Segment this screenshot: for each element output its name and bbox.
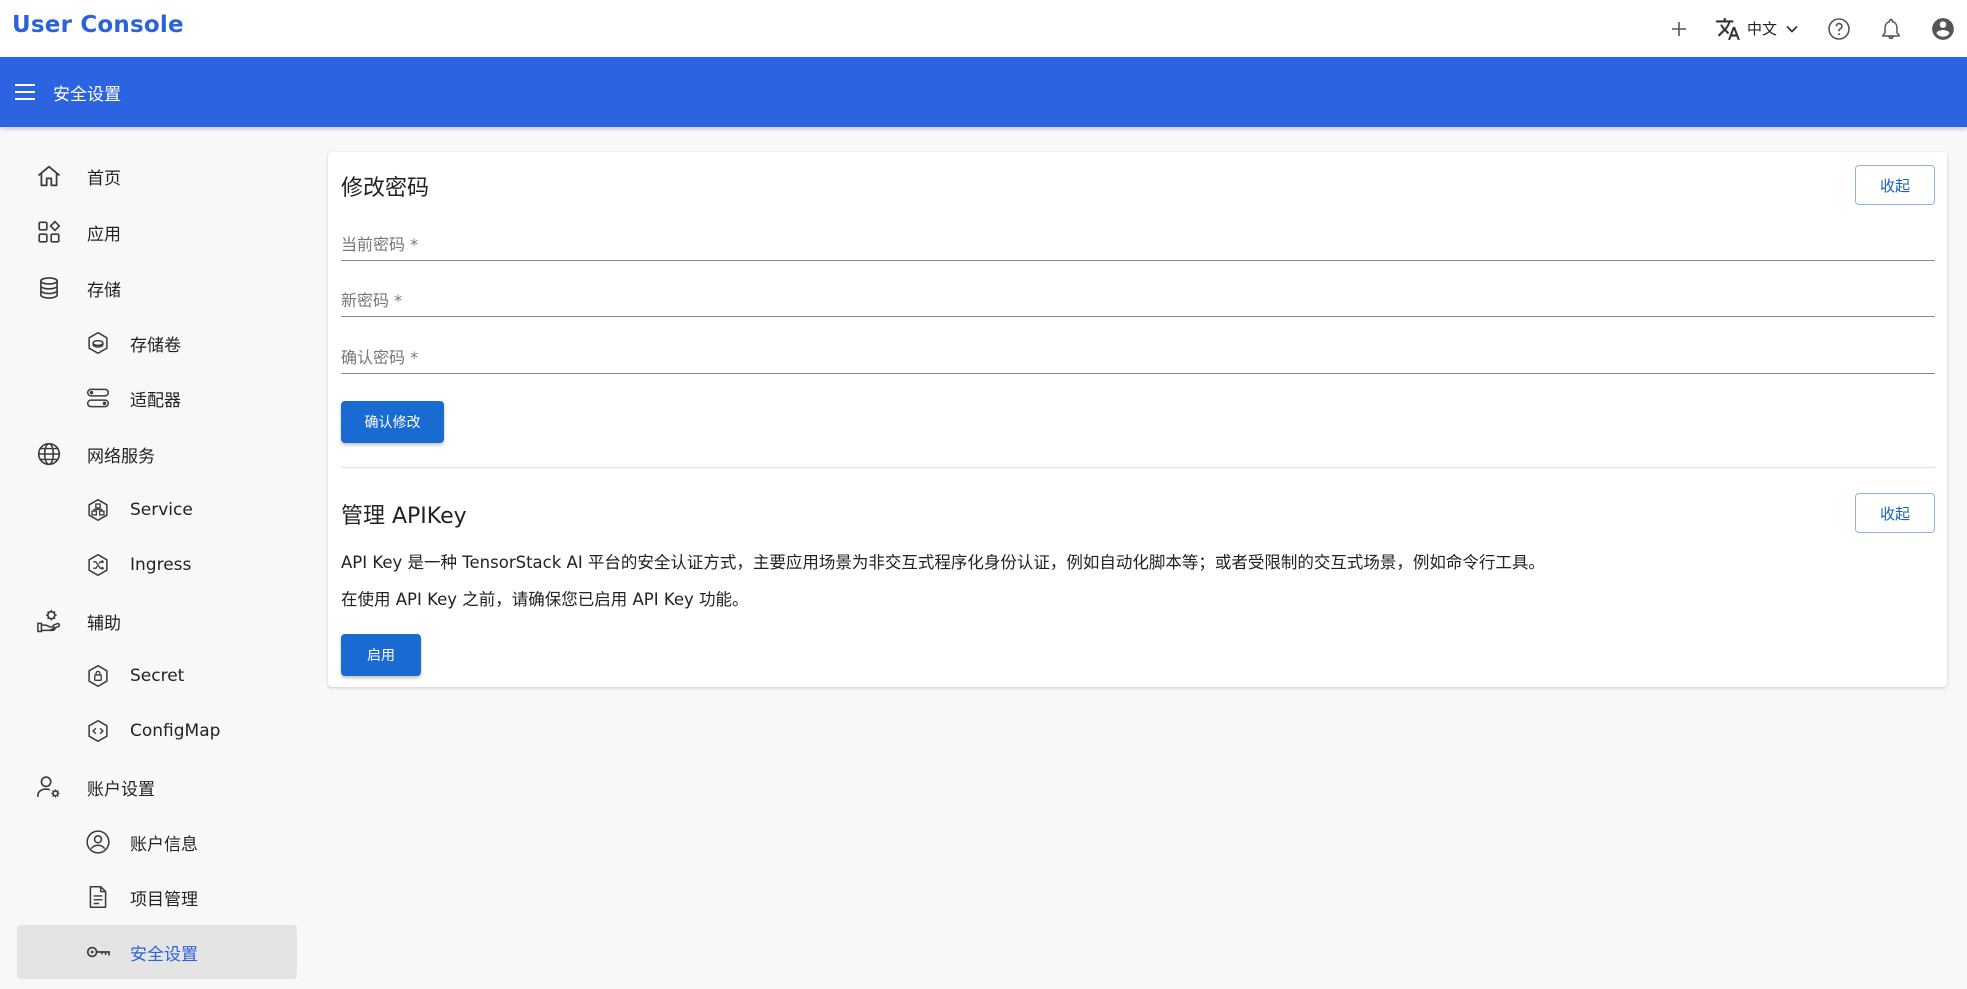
sidebar-item-volumes[interactable]: 存储卷: [17, 316, 297, 370]
sidebar: 首页 应用 存储 存储卷 适配器 网络服务 Service Ingress 辅助…: [0, 127, 310, 989]
add-button[interactable]: [1659, 9, 1699, 49]
security-settings-card: 修改密码 收起 确认修改 管理 APIKey 收起 API Key 是一种 Te…: [328, 152, 1947, 687]
chevron-down-icon: [1786, 25, 1798, 33]
plus-icon: [1671, 21, 1686, 36]
account-circle-icon: [1932, 17, 1954, 40]
new-password-field[interactable]: [341, 273, 1935, 317]
account-button[interactable]: [1923, 9, 1963, 49]
hamburger-menu-icon: [15, 84, 35, 100]
help-button[interactable]: [1819, 9, 1859, 49]
code-hexagon-icon: [84, 717, 112, 745]
manage-apikey-title: 管理 APIKey: [341, 504, 467, 529]
sidebar-item-adapters[interactable]: 适配器: [17, 371, 297, 425]
sidebar-item-secret[interactable]: Secret: [17, 649, 297, 703]
database-icon: [35, 274, 63, 302]
collapse-apikey-button[interactable]: 收起: [1855, 493, 1935, 533]
sidebar-item-label: ConfigMap: [130, 721, 221, 741]
sidebar-item-network[interactable]: 网络服务: [17, 427, 297, 481]
change-password-title: 修改密码: [341, 176, 430, 201]
sidebar-item-label: 应用: [87, 224, 121, 245]
apikey-notice: 在使用 API Key 之前，请确保您已启用 API Key 功能。: [341, 590, 749, 609]
top-bar: User Console 中文: [0, 0, 1967, 57]
confirm-change-button[interactable]: 确认修改: [341, 401, 444, 443]
section-divider: [341, 467, 1935, 468]
sidebar-item-label: 辅助: [87, 613, 121, 634]
account-circle-icon: [84, 828, 112, 856]
document-icon: [84, 883, 112, 911]
sidebar-item-account-info[interactable]: 账户信息: [17, 815, 297, 869]
brand-title[interactable]: User Console: [12, 12, 184, 38]
language-selector[interactable]: 中文: [1707, 9, 1809, 49]
sidebar-item-label: 账户信息: [130, 834, 198, 855]
translate-icon: [1716, 17, 1740, 40]
current-password-input[interactable]: [341, 235, 1935, 254]
sidebar-item-security-settings[interactable]: 安全设置: [17, 925, 297, 979]
home-icon: [35, 162, 63, 190]
volume-icon: [84, 329, 112, 357]
sidebar-item-storage[interactable]: 存储: [17, 261, 297, 315]
sidebar-item-auxiliary[interactable]: 辅助: [17, 594, 297, 648]
lock-hexagon-icon: [84, 662, 112, 690]
sidebar-item-label: Ingress: [130, 555, 192, 575]
sidebar-item-apps[interactable]: 应用: [17, 205, 297, 259]
top-actions: 中文: [1659, 0, 1967, 57]
sidebar-item-account-settings[interactable]: 账户设置: [17, 760, 297, 814]
apps-icon: [35, 218, 63, 246]
help-circle-icon: [1828, 17, 1850, 40]
new-password-input[interactable]: [341, 291, 1935, 310]
sidebar-item-label: 账户设置: [87, 779, 155, 800]
notifications-button[interactable]: [1871, 9, 1911, 49]
confirm-password-field[interactable]: [341, 330, 1935, 374]
service-icon: [84, 496, 112, 524]
sidebar-item-label: 存储: [87, 280, 121, 301]
sidebar-item-projects[interactable]: 项目管理: [17, 870, 297, 924]
apikey-description: API Key 是一种 TensorStack AI 平台的安全认证方式，主要应…: [341, 553, 1545, 572]
current-password-field[interactable]: [341, 217, 1935, 261]
sidebar-item-service[interactable]: Service: [17, 483, 297, 537]
menu-toggle-button[interactable]: [10, 77, 40, 107]
collapse-password-button[interactable]: 收起: [1855, 165, 1935, 205]
bell-icon: [1882, 18, 1900, 39]
app-header: 安全设置: [0, 57, 1967, 127]
confirm-password-input[interactable]: [341, 348, 1935, 367]
adapter-icon: [84, 384, 112, 412]
language-label: 中文: [1746, 20, 1777, 38]
sidebar-item-label: 首页: [87, 168, 121, 189]
user-gear-icon: [35, 773, 63, 801]
sidebar-item-ingress[interactable]: Ingress: [17, 538, 297, 592]
enable-apikey-button[interactable]: 启用: [341, 634, 421, 676]
page-title: 安全设置: [53, 85, 121, 105]
hand-gear-icon: [35, 607, 63, 635]
sidebar-item-label: 项目管理: [130, 889, 198, 910]
sidebar-item-configmap[interactable]: ConfigMap: [17, 704, 297, 758]
sidebar-item-label: Service: [130, 500, 193, 520]
sidebar-item-label: 网络服务: [87, 446, 155, 467]
key-icon: [84, 938, 112, 966]
sidebar-item-label: 存储卷: [130, 335, 181, 356]
sidebar-item-label: 适配器: [130, 390, 181, 411]
sidebar-item-label: 安全设置: [130, 944, 198, 965]
sidebar-item-label: Secret: [130, 666, 185, 686]
sidebar-item-home[interactable]: 首页: [17, 149, 297, 203]
ingress-icon: [84, 551, 112, 579]
globe-icon: [35, 440, 63, 468]
